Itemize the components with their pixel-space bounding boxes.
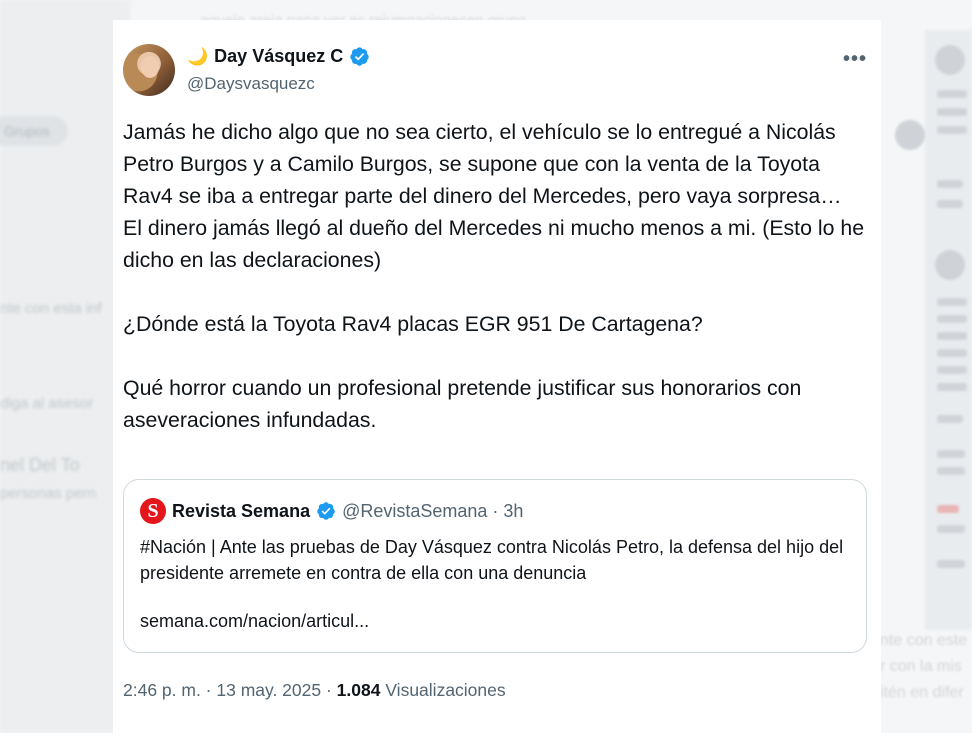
quoted-handle-time[interactable]: @RevistaSemana · 3h <box>342 501 523 522</box>
semana-logo-icon: S <box>140 498 166 524</box>
background-line: diga al asesor <box>0 395 94 412</box>
moon-emoji: 🌙 <box>187 46 209 66</box>
verified-badge-icon <box>350 47 369 66</box>
background-line: nel Del To <box>0 455 80 475</box>
quoted-author-name[interactable]: Revista Semana <box>172 501 310 522</box>
tweet-text: Jamás he dicho algo que no sea cierto, e… <box>123 116 871 436</box>
display-name[interactable]: Day Vásquez C <box>214 46 343 67</box>
tweet-paragraph: ¿Dónde está la Toyota Rav4 placas EGR 95… <box>123 312 703 336</box>
author-handle[interactable]: @Daysvasquezc <box>187 74 315 94</box>
views-count: 1.084 <box>336 680 381 700</box>
tweet-paragraph: El dinero jamás llegó al dueño del Merce… <box>123 216 865 272</box>
views-label: Visualizaciones <box>380 680 506 700</box>
groups-pill: Grupos <box>0 116 68 146</box>
author-name-row[interactable]: 🌙 Day Vásquez C <box>187 46 370 67</box>
background-line: nte con esta inf <box>0 300 102 317</box>
quoted-tweet[interactable]: S Revista Semana @RevistaSemana · 3h #Na… <box>123 479 867 653</box>
avatar[interactable] <box>123 44 175 96</box>
tweet-card: 🌙 Day Vásquez C @Daysvasquezc ••• Jamás … <box>113 20 881 733</box>
background-line: personas pern <box>0 485 96 502</box>
verified-badge-icon <box>317 502 335 520</box>
tweet-paragraph: Qué horror cuando un profesional pretend… <box>123 376 802 432</box>
tweet-paragraph: Jamás he dicho algo que no sea cierto, e… <box>123 120 842 208</box>
tweet-meta: 2:46 p. m. · 13 may. 2025 · 1.084 Visual… <box>123 680 506 701</box>
more-options-icon[interactable]: ••• <box>843 48 867 71</box>
tweet-timestamp[interactable]: 2:46 p. m. · 13 may. 2025 · <box>123 680 337 700</box>
background-left-panel: Grupos nte con esta inf diga al asesor n… <box>0 0 130 733</box>
background-right-panel <box>895 30 972 630</box>
quoted-tweet-text: #Nación | Ante las pruebas de Day Vásque… <box>140 537 844 583</box>
quoted-tweet-header: S Revista Semana @RevistaSemana · 3h <box>140 498 523 524</box>
quoted-tweet-link[interactable]: semana.com/nacion/articul... <box>140 611 369 632</box>
